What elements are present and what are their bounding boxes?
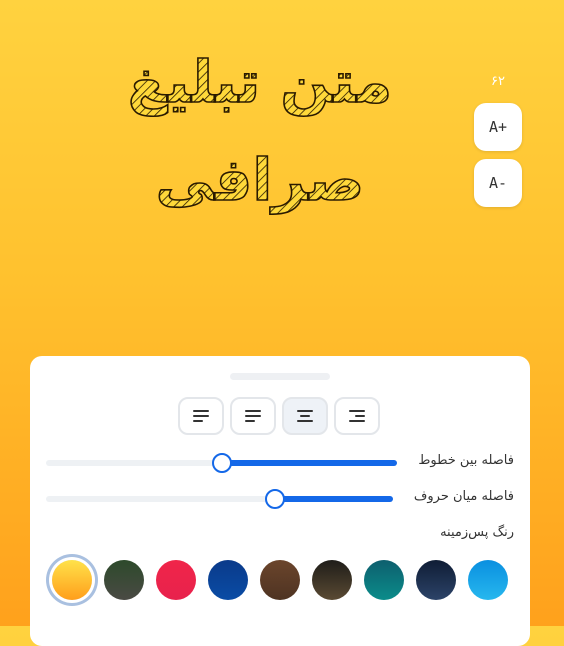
align-justify-icon bbox=[349, 410, 365, 422]
color-swatch-midnight[interactable] bbox=[416, 560, 456, 600]
decrease-font-label: A- bbox=[488, 174, 508, 192]
letter-spacing-fill bbox=[275, 496, 393, 502]
increase-font-label: A+ bbox=[488, 118, 508, 136]
decrease-font-button[interactable]: A- bbox=[474, 159, 522, 207]
color-swatch-red[interactable] bbox=[156, 560, 196, 600]
align-center-icon bbox=[297, 410, 313, 422]
line-spacing-thumb[interactable] bbox=[211, 453, 232, 473]
settings-panel: فاصله بین خطوط فاصله میان حروف رنگ پس‌زم… bbox=[30, 356, 530, 646]
color-swatch-yellow[interactable] bbox=[52, 560, 92, 600]
color-swatch-forest[interactable] bbox=[104, 560, 144, 600]
background-color-label: رنگ پس‌زمینه bbox=[440, 525, 514, 540]
align-left-icon bbox=[193, 410, 209, 422]
increase-font-button[interactable]: A+ bbox=[474, 103, 522, 151]
color-swatch-dark-brown[interactable] bbox=[312, 560, 352, 600]
preview-text: متن تبلیغ صرافی bbox=[60, 40, 460, 240]
align-center-button[interactable] bbox=[282, 397, 328, 435]
preview-line-2: صرافی bbox=[156, 146, 365, 215]
color-swatch-brown[interactable] bbox=[260, 560, 300, 600]
align-right-icon bbox=[245, 410, 261, 422]
drag-handle[interactable] bbox=[230, 373, 330, 380]
align-left-button[interactable] bbox=[178, 397, 224, 435]
line-spacing-fill bbox=[221, 460, 397, 466]
letter-spacing-thumb[interactable] bbox=[265, 489, 286, 509]
letter-spacing-label: فاصله میان حروف bbox=[413, 489, 514, 504]
align-right-button[interactable] bbox=[230, 397, 276, 435]
align-justify-button[interactable] bbox=[334, 397, 380, 435]
font-size-value: ۶۲ bbox=[491, 74, 505, 89]
color-swatch-navy[interactable] bbox=[208, 560, 248, 600]
color-swatch-teal[interactable] bbox=[364, 560, 404, 600]
color-swatch-sky[interactable] bbox=[468, 560, 508, 600]
preview-line-1: متن تبلیغ bbox=[128, 48, 392, 117]
line-spacing-label: فاصله بین خطوط bbox=[418, 453, 514, 468]
